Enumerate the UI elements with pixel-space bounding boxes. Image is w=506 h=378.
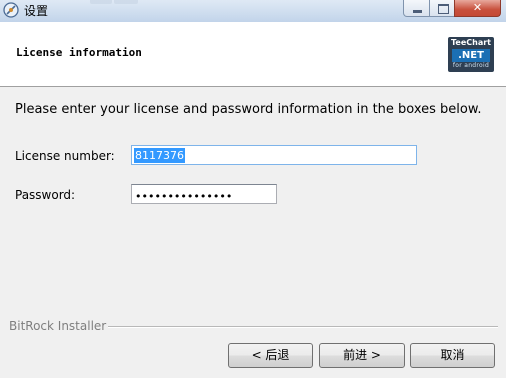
minimize-icon xyxy=(413,10,422,13)
page-header: License information TeeChart .NET for an… xyxy=(0,22,506,87)
installer-window: 设置 ✕ License information TeeChart .NET f… xyxy=(0,0,506,378)
title-bar[interactable]: 设置 ✕ xyxy=(0,0,506,22)
logo-text-2: .NET xyxy=(452,49,490,62)
page-title: License information xyxy=(16,46,142,59)
password-label: Password: xyxy=(15,188,76,202)
back-button[interactable]: < 后退 xyxy=(228,343,313,368)
window-title: 设置 xyxy=(24,4,49,18)
minimize-button[interactable] xyxy=(403,0,430,17)
close-button[interactable]: ✕ xyxy=(454,0,501,17)
close-icon: ✕ xyxy=(472,1,483,14)
next-button[interactable]: 前进 > xyxy=(319,343,405,368)
logo-text-3: for android xyxy=(452,62,490,69)
footer-divider xyxy=(108,326,498,328)
instructions-text: Please enter your license and password i… xyxy=(15,102,482,117)
password-input[interactable] xyxy=(131,184,277,204)
installer-brand-label: BitRock Installer xyxy=(9,319,107,333)
logo-text-1: TeeChart xyxy=(451,38,491,47)
app-icon xyxy=(3,2,19,18)
license-number-input[interactable] xyxy=(131,145,417,165)
background-ghost xyxy=(90,0,112,4)
maximize-button[interactable] xyxy=(429,0,455,17)
cancel-button[interactable]: 取消 xyxy=(410,343,495,368)
maximize-icon xyxy=(438,4,449,14)
background-ghost xyxy=(114,0,138,4)
teechart-logo: TeeChart .NET for android xyxy=(448,37,494,72)
license-number-label: License number: xyxy=(15,149,115,163)
